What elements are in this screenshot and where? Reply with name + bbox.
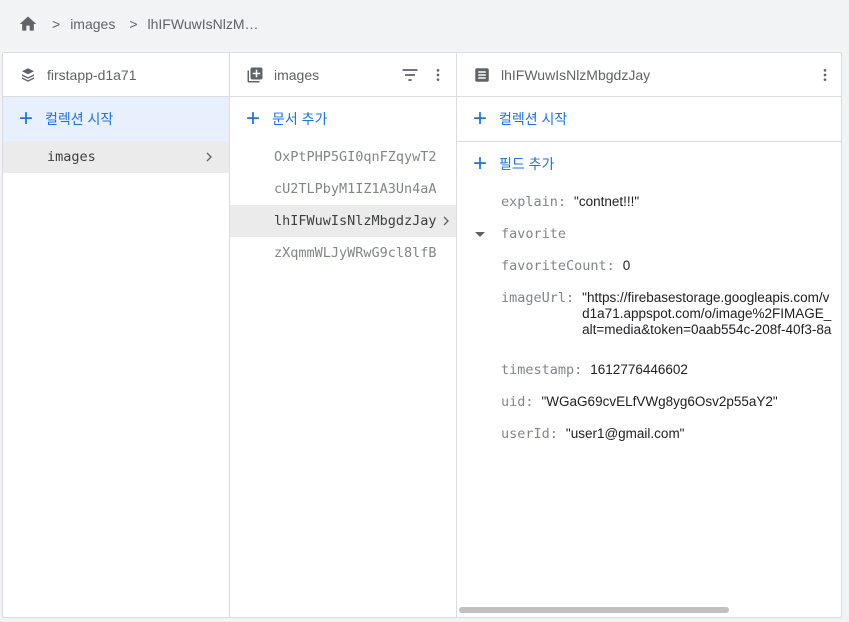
field-key: explain: — [501, 194, 567, 210]
root-column-header: firstapp-d1a71 — [3, 53, 229, 97]
field-key: favoriteCount: — [501, 258, 615, 274]
firestore-icon — [22, 67, 34, 82]
collection-column: images + 문서 추가 OxPtPHP5GI0qnFZqywT2 cU2T… — [230, 53, 457, 617]
collection-item-images[interactable]: images — [3, 141, 229, 173]
home-icon[interactable] — [18, 14, 38, 34]
field-value-line: d1a71.appspot.com/o/image%2FIMAGE_ — [582, 306, 832, 321]
chevron-right-icon — [206, 152, 212, 162]
document-column: lhIFWuwIsNlzMbgdzJay + 컬렉션 시작 + 필드 추가 ex… — [457, 53, 841, 617]
plus-icon: + — [473, 150, 488, 177]
document-id: cU2TLPbyM1IZ1A3Un4aA — [274, 181, 437, 197]
horizontal-scrollbar[interactable] — [459, 607, 729, 613]
more-vert-icon[interactable] — [430, 65, 446, 85]
add-field-label: 필드 추가 — [499, 156, 555, 172]
field-value-line: "https://firebasestorage.googleapis.com/… — [582, 290, 830, 305]
document-title: lhIFWuwIsNlzMbgdzJay — [501, 66, 651, 83]
field-row-timestamp[interactable]: timestamp: 1612776446602 — [457, 354, 841, 386]
breadcrumb-separator: > — [129, 16, 138, 32]
project-title: firstapp-d1a71 — [47, 66, 137, 83]
document-item[interactable]: zXqmmWLJyWRwG9cl8lfB — [230, 237, 456, 269]
document-id: OxPtPHP5GI0qnFZqywT2 — [274, 149, 437, 165]
breadcrumb-item-images[interactable]: images — [70, 16, 115, 32]
field-value: 1612776446602 — [590, 362, 688, 377]
collection-item-label: images — [47, 149, 96, 165]
field-row-favoriteCount[interactable]: favoriteCount: 0 — [457, 250, 841, 282]
filter-icon[interactable] — [400, 65, 420, 85]
start-collection-label: 컬렉션 시작 — [499, 111, 568, 127]
chevron-right-icon — [443, 216, 449, 226]
document-column-header: lhIFWuwIsNlzMbgdzJay — [457, 53, 841, 97]
breadcrumb-separator: > — [52, 16, 61, 32]
add-field-button[interactable]: + 필드 추가 — [457, 142, 841, 186]
plus-icon: + — [246, 105, 261, 132]
field-value: "WGaG69cvELfVWg8yg6Osv2p55aY2" — [541, 394, 778, 409]
document-icon — [475, 67, 489, 82]
field-value: "user1@gmail.com" — [565, 426, 685, 441]
document-item-selected[interactable]: lhIFWuwIsNlzMbgdzJay — [230, 205, 456, 237]
add-document-label: 문서 추가 — [272, 111, 328, 127]
field-key: timestamp: — [501, 362, 583, 378]
field-key: uid: — [501, 394, 534, 410]
more-vert-icon[interactable] — [817, 65, 833, 85]
collection-title: images — [274, 66, 320, 83]
field-row-userId[interactable]: userId: "user1@gmail.com" — [457, 418, 841, 450]
collection-column-header: images — [230, 53, 456, 97]
collection-icon — [247, 67, 263, 82]
field-row-uid[interactable]: uid: "WGaG69cvELfVWg8yg6Osv2p55aY2" — [457, 386, 841, 418]
breadcrumb: > images > lhIFWuwIsNlzM… — [0, 0, 849, 48]
plus-icon: + — [473, 105, 488, 132]
field-value: "https://firebasestorage.googleapis.com/… — [582, 290, 831, 338]
start-collection-button[interactable]: + 컬렉션 시작 — [3, 97, 229, 141]
document-id: zXqmmWLJyWRwG9cl8lfB — [274, 245, 437, 261]
field-row-explain[interactable]: explain: "contnet!!!" — [457, 186, 841, 218]
root-column: firstapp-d1a71 + 컬렉션 시작 images — [3, 53, 230, 617]
field-value: "contnet!!!" — [574, 194, 640, 209]
field-row-imageUrl[interactable]: imageUrl: "https://firebasestorage.googl… — [457, 282, 841, 354]
field-value-line: alt=media&token=0aab554c-208f-40f3-8a — [582, 322, 832, 337]
document-item[interactable]: cU2TLPbyM1IZ1A3Un4aA — [230, 173, 456, 205]
field-value: 0 — [622, 258, 631, 273]
field-key: userId: — [501, 426, 558, 442]
start-collection-button[interactable]: + 컬렉션 시작 — [457, 97, 841, 141]
collapse-caret-icon[interactable] — [475, 232, 485, 237]
plus-icon: + — [19, 105, 34, 132]
firestore-panel: firstapp-d1a71 + 컬렉션 시작 images images + … — [2, 52, 842, 618]
start-collection-label: 컬렉션 시작 — [45, 111, 114, 127]
add-document-button[interactable]: + 문서 추가 — [230, 97, 456, 141]
document-item[interactable]: OxPtPHP5GI0qnFZqywT2 — [230, 141, 456, 173]
field-key: favorite — [501, 226, 567, 242]
field-row-favorite[interactable]: favorite — [457, 218, 841, 250]
breadcrumb-item-document[interactable]: lhIFWuwIsNlzM… — [148, 16, 259, 32]
field-key: imageUrl: — [501, 290, 575, 306]
document-id: lhIFWuwIsNlzMbgdzJay — [274, 213, 437, 229]
